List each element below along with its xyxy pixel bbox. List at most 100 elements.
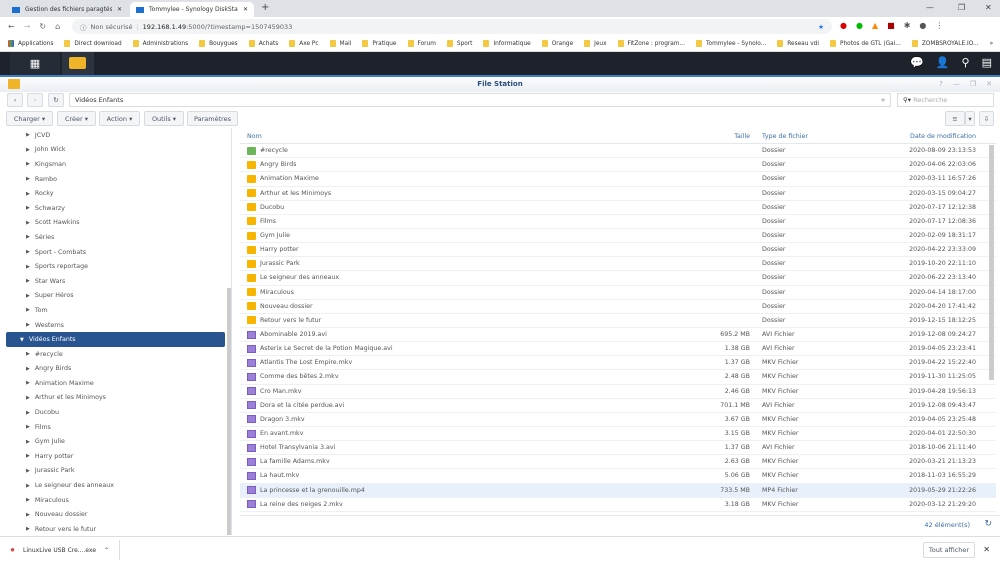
bookmark-item[interactable]: Administrations [133, 40, 188, 47]
view-list-button[interactable]: ≡ [945, 111, 965, 126]
back-button[interactable]: ‹ [7, 93, 23, 107]
caret-right-icon[interactable]: ▶ [26, 439, 30, 445]
file-row[interactable]: La reine des neiges 2.mkv3.18 GBMKV Fich… [240, 498, 996, 512]
bookmark-item[interactable]: Informatique [483, 40, 530, 47]
caret-right-icon[interactable]: ▶ [26, 366, 30, 372]
caret-right-icon[interactable]: ▶ [26, 161, 30, 167]
file-row[interactable]: Arthur et les MinimoysDossier2020-03-15 … [240, 187, 996, 201]
back-icon[interactable]: ← [8, 22, 15, 31]
upload-button[interactable]: Charger ▾ [6, 111, 53, 126]
view-dropdown-button[interactable]: ▾ [965, 111, 975, 126]
close-downloads-icon[interactable]: ✕ [983, 545, 990, 554]
close-tab-icon[interactable]: ✕ [243, 6, 248, 13]
caret-right-icon[interactable]: ▶ [26, 132, 30, 138]
file-row[interactable]: FilmsDossier2020-07-17 12:08:36 [240, 215, 996, 229]
tree-node[interactable]: ▶Animation Maxime [0, 376, 231, 391]
forward-button[interactable]: › [27, 93, 43, 107]
caret-right-icon[interactable]: ▶ [26, 147, 30, 153]
caret-right-icon[interactable]: ▶ [26, 234, 30, 240]
caret-right-icon[interactable]: ▶ [26, 453, 30, 459]
extension-icon[interactable]: ● [856, 21, 863, 30]
caret-right-icon[interactable]: ▶ [26, 526, 30, 532]
favorite-star-icon[interactable]: ★ [880, 94, 886, 106]
tree-node[interactable]: ▶Nouveau dossier [0, 507, 231, 522]
tree-node[interactable]: ▶Retour vers le futur [0, 522, 231, 535]
extension-icon[interactable]: ▲ [872, 21, 878, 30]
caret-right-icon[interactable]: ▶ [26, 380, 30, 386]
bookmark-item[interactable]: Forum [408, 40, 436, 47]
tree-node[interactable]: ▶Tom [0, 303, 231, 318]
tree-node[interactable]: ▶Gym Julie [0, 434, 231, 449]
file-row[interactable]: Jurassic ParkDossier2019-10-20 22:11:10 [240, 257, 996, 271]
file-row[interactable]: Abominable 2019.avi695.2 MBAVI Fichier20… [240, 328, 996, 342]
file-row[interactable]: Atlantis The Lost Empire.mkv1.37 GBMKV F… [240, 356, 996, 370]
tree-node[interactable]: ▶Harry potter [0, 449, 231, 464]
bookmark-item[interactable]: Mail [330, 40, 352, 47]
create-button[interactable]: Créer ▾ [57, 111, 96, 126]
file-row[interactable]: Comme des bêtes 2.mkv2.48 GBMKV Fichier2… [240, 370, 996, 384]
tree-node[interactable]: ▶Le seigneur des anneaux [0, 478, 231, 493]
list-scrollbar[interactable] [989, 145, 994, 380]
tree-node[interactable]: ▶Sport - Combats [0, 245, 231, 260]
tree-node[interactable]: ▶Rambo [0, 172, 231, 187]
bookmark-item[interactable]: Tommylee - Synolo... [696, 40, 766, 47]
caret-right-icon[interactable]: ▶ [26, 249, 30, 255]
file-row[interactable]: Cro Man.mkv2.46 GBMKV Fichier2019-04-28 … [240, 385, 996, 399]
file-row[interactable]: DucobuDossier2020-07-17 12:12:38 [240, 201, 996, 215]
tree-node[interactable]: ▶Sports reportage [0, 259, 231, 274]
sort-button[interactable]: ⇩ [979, 111, 994, 126]
minimize-window-icon[interactable]: — [953, 77, 960, 91]
file-row[interactable]: Le seigneur des anneauxDossier2020-06-22… [240, 271, 996, 285]
chevron-up-icon[interactable]: ⌃ [104, 547, 109, 554]
file-row[interactable]: La famille Adams.mkv2.63 GBMKV Fichier20… [240, 455, 996, 469]
caret-right-icon[interactable]: ▶ [26, 351, 30, 357]
bookmark-item[interactable]: Bouygues [199, 40, 238, 47]
tree-scrollbar[interactable] [227, 288, 231, 535]
info-icon[interactable]: ⓘ [80, 22, 87, 32]
new-tab-button[interactable]: + [261, 2, 269, 13]
file-row[interactable]: #recycleDossier2020-08-09 23:13:53 [240, 144, 996, 158]
refresh-button[interactable]: ↻ [48, 93, 64, 107]
caret-right-icon[interactable]: ▶ [26, 468, 30, 474]
bookmark-item[interactable]: Reseau vdi [777, 40, 819, 47]
caret-right-icon[interactable]: ▶ [26, 220, 30, 226]
column-type[interactable]: Type de fichier [754, 133, 854, 140]
tree-node[interactable]: ▶Kingsman [0, 157, 231, 172]
tab-diskstation[interactable]: Tommylee - Synology DiskStation ✕ [130, 2, 254, 17]
help-icon[interactable]: ? [939, 77, 943, 91]
profile-icon[interactable]: ● [919, 21, 926, 30]
tree-node[interactable]: ▶Rocky [0, 186, 231, 201]
maximize-window-icon[interactable]: ❐ [970, 77, 976, 91]
more-bookmarks-button[interactable]: » [990, 41, 994, 47]
bookmark-item[interactable]: Orange [542, 40, 573, 47]
file-row[interactable]: Retour vers le futurDossier2019-12-15 18… [240, 314, 996, 328]
show-all-button[interactable]: Tout afficher [923, 542, 975, 558]
bookmark-item[interactable]: Direct download [64, 40, 121, 47]
file-row[interactable]: Harry potterDossier2020-04-22 23:33:09 [240, 243, 996, 257]
bookmark-item[interactable]: Pratique [362, 40, 396, 47]
file-station-taskbar-button[interactable] [62, 52, 94, 75]
tools-button[interactable]: Outils ▾ [144, 111, 184, 126]
restore-icon[interactable]: ❐ [958, 3, 965, 12]
tree-node[interactable]: ▶Séries [0, 230, 231, 245]
file-row[interactable]: Hotel Transylvania 3.avi1.37 GBAVI Fichi… [240, 441, 996, 455]
refresh-icon[interactable]: ↻ [984, 519, 992, 529]
file-row[interactable]: MiraculousDossier2020-04-14 18:17:00 [240, 286, 996, 300]
caret-down-icon[interactable]: ▼ [20, 337, 24, 343]
download-item[interactable]: ✹ LinuxLive USB Cre....exe ⌃ [0, 540, 120, 560]
file-row[interactable]: La haut.mkv5.06 GBMKV Fichier2018-11-03 … [240, 469, 996, 483]
widgets-icon[interactable]: ▤ [982, 56, 992, 69]
column-date[interactable]: Date de modification [854, 133, 984, 140]
tree-node[interactable]: ▶Arthur et les Minimoys [0, 391, 231, 406]
path-field[interactable]: Vidéos Enfants★ [69, 93, 891, 107]
reload-icon[interactable]: ↻ [39, 22, 46, 31]
tree-node[interactable]: ▶Scott Hawkins [0, 216, 231, 231]
bookmark-star-icon[interactable]: ★ [818, 23, 824, 31]
forward-icon[interactable]: → [24, 22, 31, 31]
tree-node[interactable]: ▶Super Héros [0, 289, 231, 304]
notifications-icon[interactable]: 💬 [910, 56, 924, 69]
close-window-icon[interactable]: ✕ [985, 3, 992, 12]
column-size[interactable]: Taille [705, 133, 754, 140]
caret-right-icon[interactable]: ▶ [26, 278, 30, 284]
close-tab-icon[interactable]: ✕ [117, 6, 122, 13]
